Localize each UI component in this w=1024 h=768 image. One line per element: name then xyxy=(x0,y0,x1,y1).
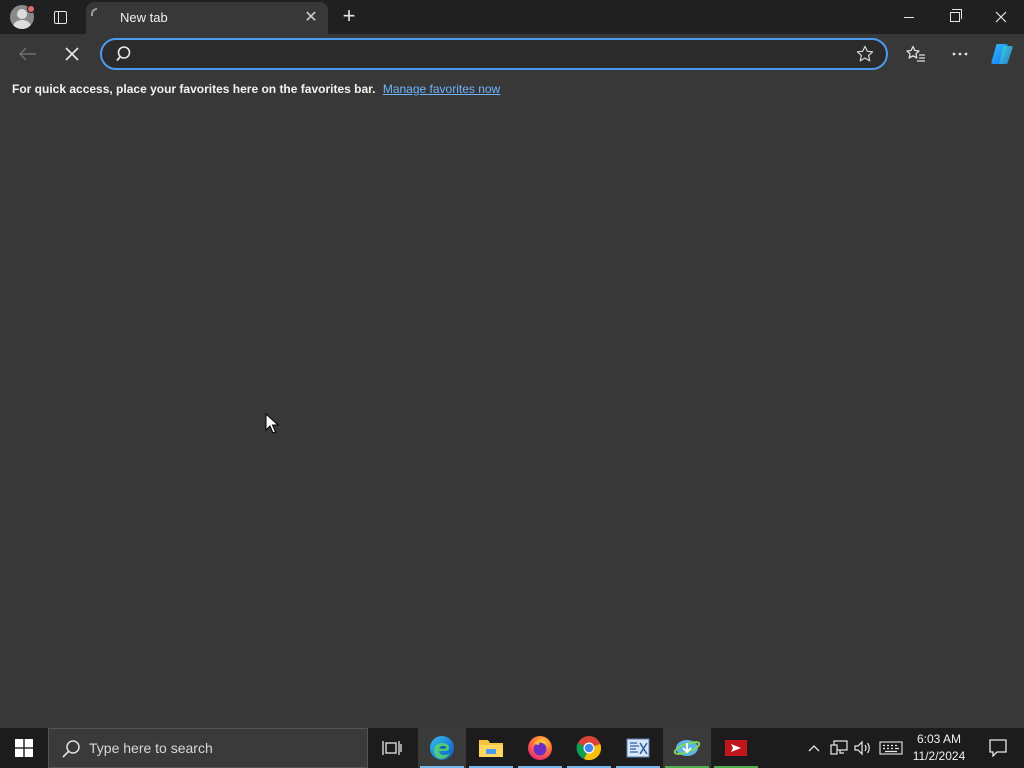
close-window-button[interactable] xyxy=(978,0,1024,34)
network-button[interactable] xyxy=(828,728,850,768)
firefox-icon xyxy=(528,736,552,760)
restore-button[interactable] xyxy=(932,0,978,34)
loading-favicon-icon xyxy=(91,8,97,16)
taskbar: Type here to search 6:03 AM 11/2/2024 xyxy=(0,728,1024,768)
volume-button[interactable] xyxy=(852,728,874,768)
minimize-button[interactable] xyxy=(886,0,932,34)
copilot-button[interactable] xyxy=(986,38,1018,70)
ellipsis-icon xyxy=(952,52,968,56)
taskbar-chrome[interactable] xyxy=(565,728,613,768)
copilot-icon xyxy=(991,44,1013,64)
stop-loading-button[interactable] xyxy=(56,38,88,70)
favorites-button[interactable] xyxy=(900,38,932,70)
notification-icon xyxy=(989,739,1007,757)
show-hidden-icons-button[interactable] xyxy=(804,728,824,768)
taskbar-registry-app[interactable] xyxy=(614,728,662,768)
taskbar-search-box[interactable]: Type here to search xyxy=(48,728,368,768)
star-icon[interactable] xyxy=(856,45,874,63)
windows-logo-icon xyxy=(15,739,33,757)
speaker-icon xyxy=(854,740,870,756)
browser-toolbar xyxy=(0,34,1024,74)
profile-notification-badge xyxy=(27,5,35,13)
task-view-button[interactable] xyxy=(368,728,416,768)
back-button[interactable] xyxy=(12,38,44,70)
network-icon xyxy=(830,740,848,755)
taskbar-firefox[interactable] xyxy=(516,728,564,768)
close-icon xyxy=(65,47,79,61)
taskbar-anydesk[interactable] xyxy=(712,728,760,768)
favorites-bar-message: For quick access, place your favorites h… xyxy=(12,82,376,96)
page-content xyxy=(0,104,1024,728)
taskbar-edge[interactable] xyxy=(418,728,466,768)
action-center-button[interactable] xyxy=(978,728,1018,768)
settings-and-more-button[interactable] xyxy=(944,38,976,70)
arrow-left-icon xyxy=(19,47,36,61)
task-view-icon xyxy=(382,741,402,755)
title-bar: New tab ✕ + xyxy=(0,0,1024,34)
tab-actions-icon[interactable] xyxy=(48,6,72,28)
tab-close-icon[interactable]: ✕ xyxy=(302,9,320,27)
favorites-list-icon xyxy=(906,45,925,62)
taskbar-file-explorer[interactable] xyxy=(467,728,515,768)
tab-new-tab[interactable]: New tab ✕ xyxy=(86,2,328,34)
manage-favorites-link[interactable]: Manage favorites now xyxy=(383,82,500,96)
taskbar-search-placeholder: Type here to search xyxy=(89,740,213,756)
address-bar[interactable] xyxy=(100,38,888,70)
touch-keyboard-button[interactable] xyxy=(877,728,905,768)
clock-time: 6:03 AM xyxy=(916,732,962,746)
clock-date: 11/2/2024 xyxy=(912,749,966,763)
taskbar-clock[interactable]: 6:03 AM 11/2/2024 xyxy=(906,731,972,765)
edge-icon xyxy=(430,736,454,760)
search-icon xyxy=(116,46,131,62)
keyboard-icon xyxy=(879,741,903,755)
download-manager-icon xyxy=(673,740,701,756)
folder-icon xyxy=(479,740,503,757)
taskbar-download-manager[interactable] xyxy=(663,728,711,768)
start-button[interactable] xyxy=(0,728,48,768)
chevron-up-icon xyxy=(808,745,820,752)
tab-title: New tab xyxy=(120,10,168,25)
address-input[interactable] xyxy=(144,42,844,66)
favorites-bar-hint: For quick access, place your favorites h… xyxy=(12,82,500,98)
mouse-cursor-icon xyxy=(265,413,279,434)
new-tab-button[interactable]: + xyxy=(337,5,361,29)
anydesk-icon xyxy=(725,740,747,756)
search-icon xyxy=(62,740,80,758)
chrome-icon xyxy=(576,736,602,761)
registry-app-icon xyxy=(626,738,650,758)
